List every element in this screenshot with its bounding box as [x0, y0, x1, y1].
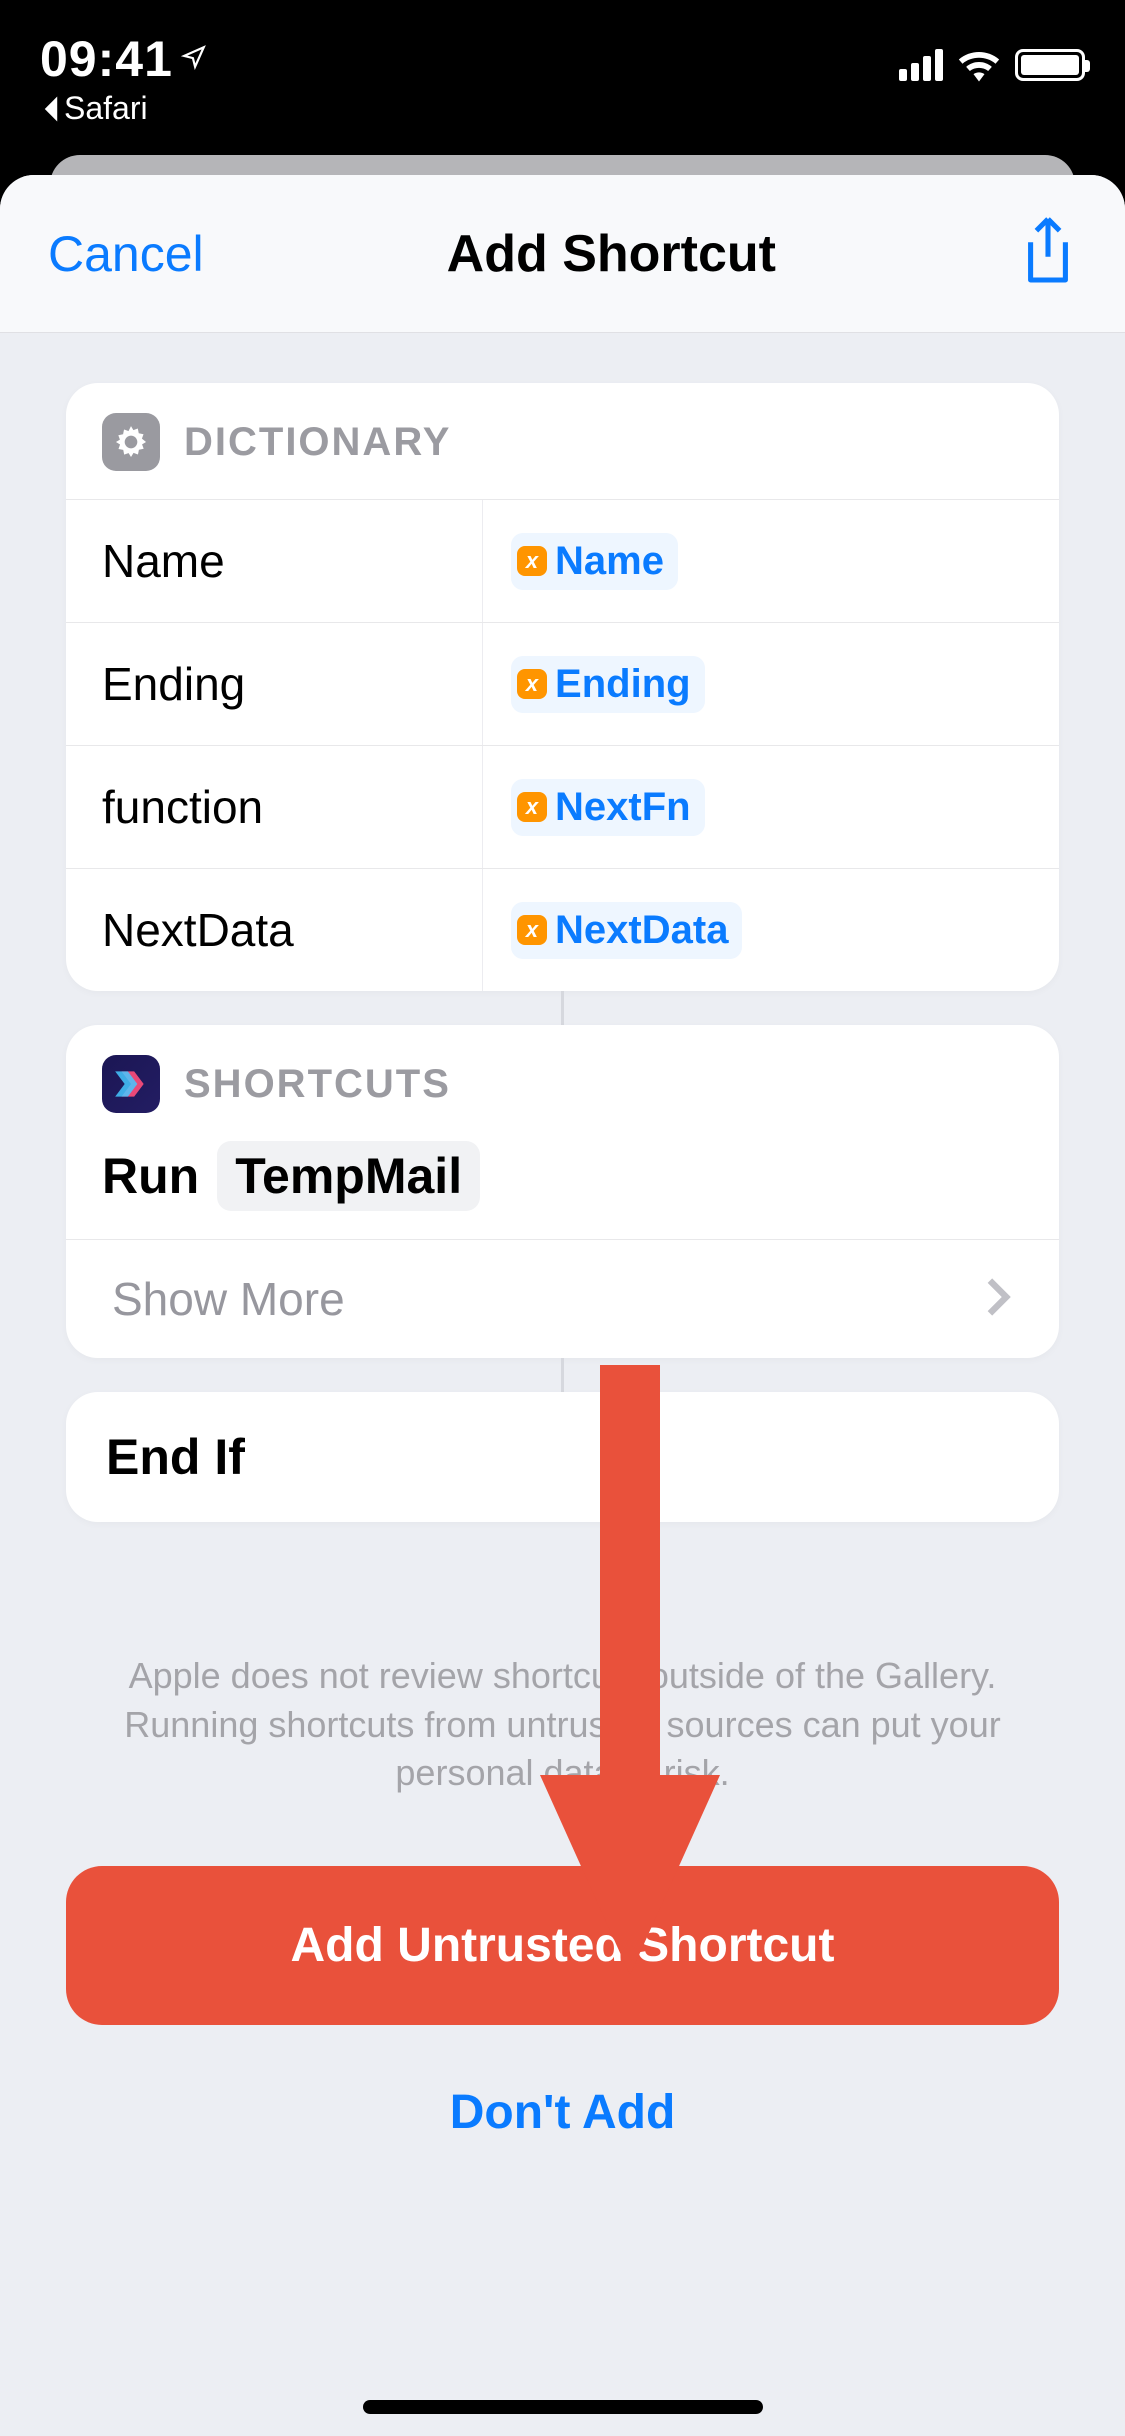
- dictionary-action-card: DICTIONARY Name xName Ending xEnding fun…: [66, 383, 1059, 991]
- end-if-action-card: End If: [66, 1392, 1059, 1522]
- status-bar: 09:41 Safari: [0, 0, 1125, 140]
- dont-add-button[interactable]: Don't Add: [66, 2085, 1059, 2140]
- action-connector: [561, 1358, 564, 1392]
- variable-chip[interactable]: xNextData: [511, 902, 742, 959]
- battery-icon: [1015, 49, 1085, 81]
- sheet-header: Cancel Add Shortcut: [0, 175, 1125, 333]
- home-indicator[interactable]: [363, 2400, 763, 2414]
- dictionary-row[interactable]: Name xName: [66, 499, 1059, 622]
- variable-chip[interactable]: xNextFn: [511, 779, 705, 836]
- untrusted-warning-text: Apple does not review shortcuts outside …: [66, 1652, 1059, 1798]
- sheet-title: Add Shortcut: [447, 224, 776, 284]
- location-icon: [181, 44, 207, 75]
- variable-chip[interactable]: xEnding: [511, 656, 705, 713]
- add-shortcut-sheet: Cancel Add Shortcut DICTIONARY Name xNam…: [0, 175, 1125, 2436]
- show-more-button[interactable]: Show More: [66, 1239, 1059, 1358]
- status-icons: [899, 30, 1085, 82]
- variable-chip[interactable]: xName: [511, 533, 678, 590]
- chevron-right-icon: [985, 1277, 1013, 1322]
- cellular-signal-icon: [899, 49, 943, 81]
- shortcuts-app-icon: [102, 1055, 160, 1113]
- dictionary-label: DICTIONARY: [184, 420, 451, 465]
- run-target-chip[interactable]: TempMail: [217, 1141, 480, 1211]
- dictionary-row[interactable]: function xNextFn: [66, 745, 1059, 868]
- status-time: 09:41: [40, 30, 173, 88]
- dictionary-key: Ending: [66, 623, 483, 745]
- dictionary-key: Name: [66, 500, 483, 622]
- back-to-app[interactable]: Safari: [40, 90, 207, 127]
- gear-icon: [102, 413, 160, 471]
- add-untrusted-shortcut-button[interactable]: Add Untrusted Shortcut: [66, 1866, 1059, 2025]
- wifi-icon: [957, 48, 1001, 82]
- run-word: Run: [102, 1147, 199, 1205]
- shortcuts-label: SHORTCUTS: [184, 1062, 451, 1107]
- action-connector: [561, 991, 564, 1025]
- share-icon: [1019, 216, 1077, 286]
- dictionary-row[interactable]: Ending xEnding: [66, 622, 1059, 745]
- dictionary-key: NextData: [66, 869, 483, 991]
- share-button[interactable]: [1019, 216, 1077, 291]
- dictionary-row[interactable]: NextData xNextData: [66, 868, 1059, 991]
- dictionary-key: function: [66, 746, 483, 868]
- cancel-button[interactable]: Cancel: [48, 225, 204, 283]
- run-shortcut-action-card: SHORTCUTS Run TempMail Show More: [66, 1025, 1059, 1358]
- run-shortcut-row[interactable]: Run TempMail: [66, 1123, 1059, 1239]
